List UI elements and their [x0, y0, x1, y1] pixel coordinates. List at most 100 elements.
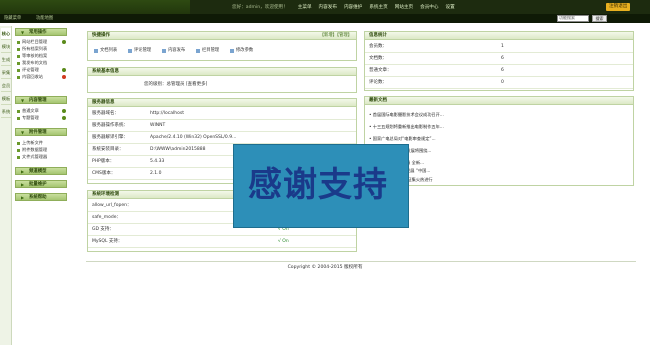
list-item[interactable]: • 首届国际电影摄影技术会议成功召开... [369, 112, 444, 118]
tab-system[interactable]: 系统 [1, 106, 11, 118]
sidebar-section-header[interactable]: ▼ 附件管理 [15, 128, 67, 136]
tab-collect[interactable]: 采集 [1, 67, 11, 79]
bullet-icon [17, 69, 20, 72]
hide-menu-link[interactable]: 隐藏菜单 [4, 15, 21, 21]
tab-generate[interactable]: 生成 [1, 54, 11, 66]
quick-actions-panel: 快捷操作 【新增】【管理】 文档列表 评论管理 内容发布 栏目管理 修改参数 [87, 31, 357, 61]
sub-toolbar: 隐藏菜单 功能地图 [0, 14, 650, 23]
panel-title: 快捷操作 [92, 33, 110, 38]
table-row: 评论数： 0 [365, 77, 633, 89]
sidebar-item[interactable]: 附件数据管理 [17, 147, 47, 153]
settings-icon [230, 49, 234, 53]
footer-copyright: Copyright © 2004-2015 版权所有 [287, 265, 363, 270]
sidebar-item[interactable]: 评论管理 [17, 67, 66, 73]
tab-core[interactable]: 核心 [1, 28, 11, 40]
add-icon[interactable] [62, 116, 66, 120]
top-header: 您好：admin，欢迎使用！ 主菜单 内容发布 内容维护 系统主页 网站主页 会… [0, 0, 650, 23]
expand-arrow-icon: ▶ [21, 182, 25, 187]
quick-column-button[interactable]: 栏目管理 [196, 46, 219, 55]
top-nav-item[interactable]: 内容发布 [319, 4, 337, 10]
bullet-icon [17, 62, 20, 65]
panel-title: 系统环境检测 [92, 192, 119, 197]
sidebar-section-header[interactable]: ▶ 批量维护 [15, 180, 67, 188]
add-icon[interactable] [62, 68, 66, 72]
panel-header: 最新文档 [365, 97, 633, 105]
table-row: 服务器域名： http://localhost [88, 108, 356, 120]
sidebar-section-title: 频道模型 [29, 169, 47, 174]
sidebar-item[interactable]: 专题管理 [17, 115, 66, 121]
quick-publish-button[interactable]: 内容发布 [162, 46, 185, 55]
function-search-input[interactable] [557, 15, 589, 22]
add-icon[interactable] [62, 109, 66, 113]
bullet-icon [17, 110, 20, 113]
add-icon[interactable] [62, 40, 66, 44]
comment-icon [128, 49, 132, 53]
top-nav-item[interactable]: 网站主页 [395, 4, 413, 10]
top-nav-item[interactable]: 会员中心 [420, 4, 438, 10]
doc-list-icon [94, 49, 98, 53]
expand-arrow-icon: ▶ [21, 169, 25, 174]
sidebar-item[interactable]: 所有档案列表 [17, 46, 47, 52]
panel-header: 服务器信息 [88, 99, 356, 107]
bullet-icon [17, 156, 20, 159]
top-nav-item[interactable]: 设置 [446, 4, 455, 10]
list-item[interactable]: • 十三五规划将重新推出电影制作五年... [369, 124, 444, 130]
thanks-watermark-overlay: 感谢支持 [233, 144, 409, 228]
tab-module[interactable]: 模块 [1, 41, 11, 53]
bullet-icon [17, 117, 20, 120]
logout-button[interactable]: 注销退出 [606, 3, 631, 11]
sidebar-section-header[interactable]: ▶ 系统帮助 [15, 193, 67, 201]
panel-header-actions[interactable]: 【新增】【管理】 [320, 32, 352, 40]
sidebar-section-header[interactable]: ▶ 频道模型 [15, 167, 67, 175]
list-item[interactable]: • 国家广电总局对“电影审查规定”... [369, 136, 436, 142]
panel-title: 信息统计 [369, 33, 387, 38]
table-row: 文档数： 6 [365, 53, 633, 65]
publish-icon [162, 49, 166, 53]
bullet-icon [17, 55, 20, 58]
user-level-text: 您的级别：总管理员 [查看更多] [144, 82, 208, 87]
sidebar-section-title: 内容管理 [29, 98, 47, 103]
table-row: 服务器操作系统： WINNT [88, 120, 356, 132]
expand-arrow-icon: ▶ [21, 195, 25, 200]
sidebar-item[interactable]: 网站栏目管理 [17, 39, 66, 45]
sidebar-menu: ▼ 常用操作 网站栏目管理 所有档案列表 等审核的档案 我发布的文档 评论管理 … [13, 26, 69, 345]
recycle-icon[interactable] [62, 75, 66, 79]
quick-comment-button[interactable]: 评论管理 [128, 46, 151, 55]
sidebar-item[interactable]: 文件式管理器 [17, 154, 47, 160]
top-nav-item[interactable]: 内容维护 [344, 4, 362, 10]
tab-member[interactable]: 会员 [1, 80, 11, 92]
collapse-arrow-icon: ▼ [21, 30, 25, 35]
panel-header: 系统基本信息 [88, 68, 356, 76]
bullet-icon [17, 149, 20, 152]
column-icon [196, 49, 200, 53]
panel-title: 系统基本信息 [92, 69, 119, 74]
panel-header: 信息统计 [365, 32, 633, 40]
tab-template[interactable]: 模板 [1, 93, 11, 105]
table-row: MySQL 支持： √ On [88, 236, 356, 248]
sidebar-item[interactable]: 我发布的文档 [17, 60, 47, 66]
sidebar-section-title: 附件管理 [29, 130, 47, 135]
sidebar-item[interactable]: 普通文章 [17, 108, 66, 114]
sidebar-section-title: 系统帮助 [29, 195, 47, 200]
sidebar-item[interactable]: 等审核的档案 [17, 53, 47, 59]
panel-header: 快捷操作 【新增】【管理】 [88, 32, 356, 40]
sidebar-section-header[interactable]: ▼ 内容管理 [15, 96, 67, 104]
sidebar-section-title: 批量维护 [29, 182, 47, 187]
sidebar-section-header[interactable]: ▼ 常用操作 [15, 28, 67, 36]
search-button[interactable]: 搜索 [592, 15, 607, 22]
bullet-icon [17, 76, 20, 79]
quick-settings-button[interactable]: 修改参数 [230, 46, 253, 55]
sidebar-item[interactable]: 内容回收站 [17, 74, 66, 80]
system-basic-info-panel: 系统基本信息 您的级别：总管理员 [查看更多] [87, 67, 357, 93]
panel-title: 服务器信息 [92, 100, 115, 105]
table-row: 会员数： 1 [365, 41, 633, 53]
panel-title: 最新文档 [369, 98, 387, 103]
function-map-link[interactable]: 功能地图 [36, 15, 53, 21]
sidebar-item[interactable]: 上传新文件 [17, 140, 43, 146]
bullet-icon [17, 48, 20, 51]
bullet-icon [17, 41, 20, 44]
bullet-icon [17, 142, 20, 145]
top-nav-item[interactable]: 主菜单 [298, 4, 312, 10]
quick-doc-list-button[interactable]: 文档列表 [94, 46, 117, 55]
top-nav-item[interactable]: 系统主页 [369, 4, 387, 10]
